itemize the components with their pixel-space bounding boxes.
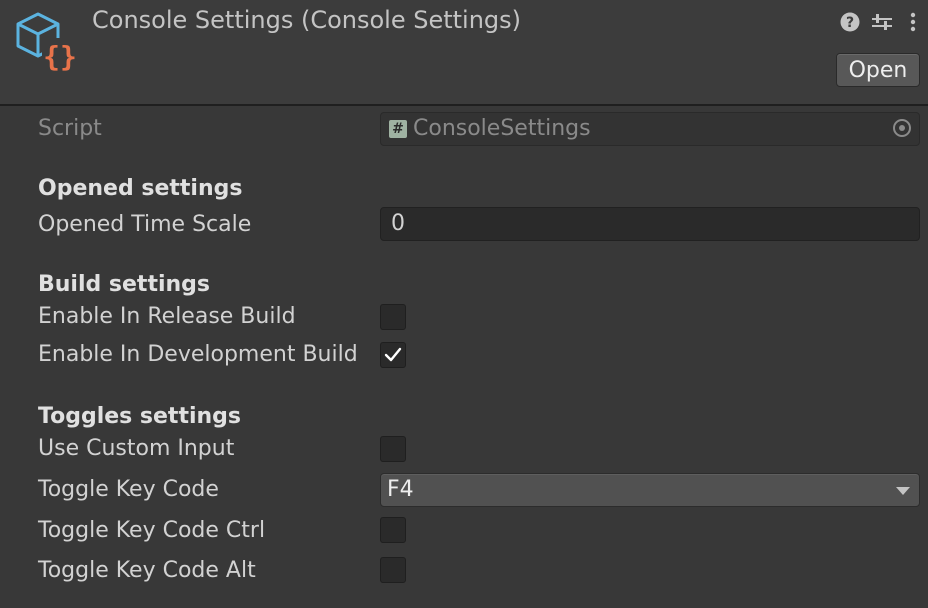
enable-development-row: Enable In Development Build (0, 337, 928, 373)
script-row: Script # ConsoleSettings (0, 111, 928, 147)
script-field[interactable]: # ConsoleSettings (380, 112, 920, 146)
chevron-down-icon (896, 487, 910, 495)
toggle-key-code-ctrl-row: Toggle Key Code Ctrl (0, 513, 928, 549)
object-picker-icon[interactable] (893, 119, 911, 137)
script-label: Script (38, 116, 102, 141)
toggle-key-code-label: Toggle Key Code (38, 477, 219, 502)
toggle-key-code-ctrl-checkbox[interactable] (380, 517, 406, 543)
build-settings-header: Build settings (38, 272, 211, 297)
svg-text:{}: {} (43, 40, 77, 73)
svg-text:?: ? (846, 15, 854, 31)
enable-development-label: Enable In Development Build (38, 342, 358, 367)
scriptable-object-icon: {} (16, 12, 78, 73)
use-custom-input-row: Use Custom Input (0, 431, 928, 467)
checkmark-icon (384, 347, 402, 362)
enable-release-checkbox[interactable] (380, 304, 406, 330)
toggle-key-code-alt-label: Toggle Key Code Alt (38, 558, 256, 583)
inspector-header: {} Console Settings (Console Settings) ?… (0, 0, 928, 106)
inspector-title: Console Settings (Console Settings) (92, 6, 522, 34)
preset-sliders-icon[interactable] (870, 10, 894, 34)
use-custom-input-checkbox[interactable] (380, 436, 406, 462)
help-icon[interactable]: ? (839, 10, 861, 34)
open-button[interactable]: Open (836, 53, 920, 87)
opened-time-scale-row: Opened Time Scale 0 (0, 207, 928, 243)
toggle-key-code-value: F4 (387, 477, 414, 502)
toggle-key-code-dropdown[interactable]: F4 (380, 473, 920, 507)
toggles-settings-header: Toggles settings (38, 404, 242, 429)
opened-settings-header: Opened settings (38, 176, 243, 201)
enable-release-row: Enable In Release Build (0, 299, 928, 335)
script-file-icon: # (389, 120, 407, 138)
use-custom-input-label: Use Custom Input (38, 436, 235, 461)
script-name: ConsoleSettings (413, 116, 591, 141)
toggle-key-code-ctrl-label: Toggle Key Code Ctrl (38, 518, 266, 543)
toggle-key-code-alt-checkbox[interactable] (380, 557, 406, 583)
opened-time-scale-label: Opened Time Scale (38, 212, 252, 237)
toggle-key-code-alt-row: Toggle Key Code Alt (0, 553, 928, 589)
toggle-key-code-row: Toggle Key Code F4 (0, 472, 928, 508)
opened-time-scale-input[interactable]: 0 (380, 207, 920, 241)
enable-release-label: Enable In Release Build (38, 304, 296, 329)
kebab-menu-icon[interactable] (906, 10, 920, 34)
enable-development-checkbox[interactable] (380, 342, 406, 368)
